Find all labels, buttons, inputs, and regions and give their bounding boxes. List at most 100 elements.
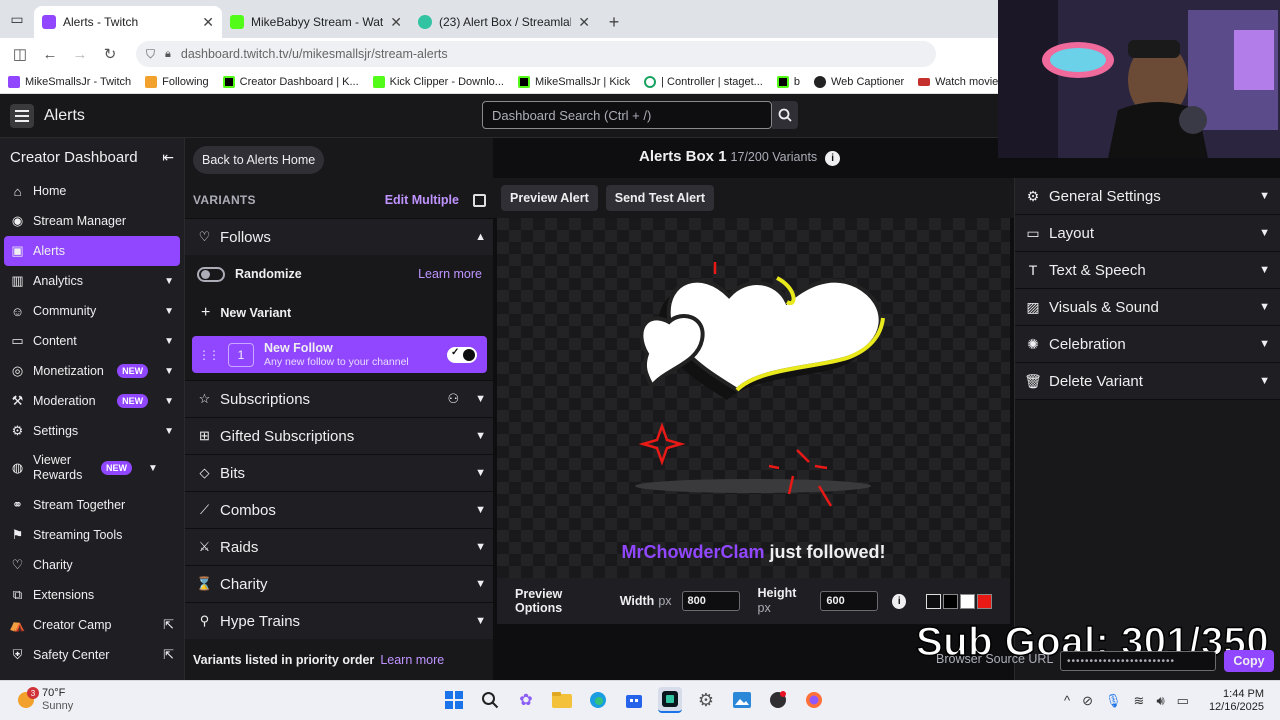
variant-enabled-toggle[interactable]: ✓ (447, 346, 477, 363)
category-subscriptions[interactable]: ☆ Subscriptions ⚇ ▼ (185, 380, 494, 417)
browser-tab-alerts[interactable]: Alerts - Twitch ✕ (34, 6, 222, 38)
reload-icon[interactable]: ↻ (98, 42, 122, 66)
bookmark-item[interactable]: Following (145, 75, 209, 88)
category-raids[interactable]: ⚔ Raids ▼ (185, 528, 494, 565)
swatch-red[interactable] (977, 593, 992, 609)
tab-actions-icon[interactable]: ▭ (0, 0, 34, 38)
info-icon[interactable]: i (892, 593, 906, 609)
browser-tab-kick[interactable]: MikeBabyy Stream - Watch Live ✕ (222, 6, 410, 38)
bookmark-item[interactable]: Creator Dashboard | K... (222, 75, 359, 88)
sidebar-item-community[interactable]: ☺ Community ▼ (0, 296, 184, 326)
category-gifted-subscriptions[interactable]: ⊞ Gifted Subscriptions ▼ (185, 417, 494, 454)
learn-more-link[interactable]: Learn more (418, 267, 482, 281)
browser-tab-streamlabs[interactable]: (23) Alert Box / Streamlabs ✕ (410, 6, 598, 38)
url-field[interactable]: ⛉ 🔒︎ dashboard.twitch.tv/u/mikesmallsjr/… (136, 41, 936, 67)
clock[interactable]: 1:44 PM 12/16/2025 (1209, 688, 1264, 714)
microphone-icon[interactable]: 🎙︎ (1105, 693, 1122, 709)
file-explorer-icon[interactable] (550, 687, 574, 713)
copy-button[interactable]: Copy (1224, 650, 1274, 672)
settings-delete-variant[interactable]: 🗑︎ Delete Variant ▼ (1015, 363, 1280, 400)
sidebar-item-viewer-rewards[interactable]: ◍ Viewer Rewards NEW ▼ (0, 446, 184, 490)
browser-source-url-field[interactable]: •••••••••••••••••••••••• (1060, 651, 1216, 671)
back-icon[interactable]: ← (38, 42, 62, 66)
weather-widget[interactable]: 3 70°F Sunny (18, 687, 73, 713)
sidebar-item-charity[interactable]: ♡ Charity (0, 550, 184, 580)
close-tab-icon[interactable]: ✕ (390, 14, 402, 31)
sidebar-item-monetization[interactable]: ◎ Monetization NEW ▼ (0, 356, 184, 386)
shield-icon[interactable]: ⛉ (146, 47, 155, 62)
sidebar-item-safety-center[interactable]: ⛨ Safety Center ⇱ (0, 640, 184, 670)
variant-order[interactable]: 1 (228, 342, 254, 367)
lock-icon[interactable]: 🔒︎ (165, 48, 171, 61)
photos-app-icon[interactable] (730, 687, 754, 713)
sidebar-item-alerts[interactable]: ▣ Alerts (4, 236, 180, 266)
wifi-icon[interactable]: ≋ (1134, 693, 1145, 709)
close-tab-icon[interactable]: ✕ (202, 14, 214, 31)
sidebar-item-settings[interactable]: ⚙ Settings ▼ (0, 416, 184, 446)
settings-general[interactable]: ⚙ General Settings ▼ (1015, 178, 1280, 215)
bookmark-item[interactable]: Web Captioner (813, 75, 904, 88)
swatch-transparent[interactable] (926, 593, 941, 609)
windows-start-icon[interactable] (442, 687, 466, 713)
new-variant-button[interactable]: + New Variant (185, 298, 494, 328)
network-off-icon[interactable]: ⊘ (1082, 693, 1093, 709)
bookmark-item[interactable]: Kick Clipper - Downlo... (372, 75, 504, 88)
menu-icon[interactable] (10, 103, 34, 128)
send-test-alert-button[interactable]: Send Test Alert (605, 185, 715, 211)
settings-app-icon[interactable]: ⚙ (694, 687, 718, 713)
randomize-toggle[interactable] (197, 266, 225, 282)
category-hype-trains[interactable]: ⚲ Hype Trains ▼ (185, 602, 494, 639)
settings-celebration[interactable]: ✺ Celebration ▼ (1015, 326, 1280, 363)
add-multiple-icon[interactable] (473, 193, 486, 207)
learn-more-link[interactable]: Learn more (380, 653, 444, 667)
store-icon[interactable] (622, 687, 646, 713)
settings-visuals-sound[interactable]: ▨ Visuals & Sound ▼ (1015, 289, 1280, 326)
search-button[interactable] (772, 101, 798, 129)
battery-icon[interactable]: ▭ (1177, 693, 1189, 709)
sidebar-item-stream-manager[interactable]: ◉ Stream Manager (0, 206, 184, 236)
edge-icon[interactable] (586, 687, 610, 713)
user-settings-icon[interactable]: ⚇ (447, 391, 459, 407)
sidebar-toggle-icon[interactable]: ◫ (8, 42, 32, 66)
chevron-up-icon[interactable]: ^ (1064, 693, 1070, 709)
settings-layout[interactable]: ▭ Layout ▼ (1015, 215, 1280, 252)
height-input[interactable]: 600 (820, 591, 879, 611)
sidebar-item-moderation[interactable]: ⚒ Moderation NEW ▼ (0, 386, 184, 416)
new-tab-button[interactable]: + (598, 6, 630, 38)
copilot-icon[interactable]: ✿ (514, 687, 538, 713)
streamlabs-app-icon[interactable] (658, 687, 682, 713)
swatch-white[interactable] (960, 593, 975, 609)
forward-icon[interactable]: → (68, 42, 92, 66)
search-icon[interactable] (478, 687, 502, 713)
bookmark-item[interactable]: | Controller | staget... (644, 75, 763, 88)
width-input[interactable]: 800 (681, 591, 740, 611)
category-charity[interactable]: ⌛ Charity ▼ (185, 565, 494, 602)
category-bits[interactable]: ◇ Bits ▼ (185, 454, 494, 491)
settings-text-speech[interactable]: T Text & Speech ▼ (1015, 252, 1280, 289)
bookmark-item[interactable]: b (776, 75, 800, 88)
close-tab-icon[interactable]: ✕ (578, 14, 590, 31)
sidebar-item-streaming-tools[interactable]: ⚑ Streaming Tools (0, 520, 184, 550)
sidebar-item-creator-camp[interactable]: ⛺ Creator Camp ⇱ (0, 610, 184, 640)
sidebar-item-extensions[interactable]: ⧉ Extensions (0, 580, 184, 610)
bookmark-item[interactable]: MikeSmallsJr | Kick (517, 75, 630, 88)
info-icon[interactable]: i (825, 151, 841, 166)
sidebar-item-analytics[interactable]: ▥ Analytics ▼ (0, 266, 184, 296)
sidebar-item-home[interactable]: ⌂ Home (0, 176, 184, 206)
edit-multiple-button[interactable]: Edit Multiple (385, 193, 459, 207)
sidebar-item-stream-together[interactable]: ⚭ Stream Together (0, 490, 184, 520)
bookmark-item[interactable]: MikeSmallsJr - Twitch (8, 75, 131, 88)
variant-card-new-follow[interactable]: ⋮⋮ 1 New Follow Any new follow to your c… (192, 336, 487, 373)
preview-alert-button[interactable]: Preview Alert (501, 185, 598, 211)
dashboard-search-input[interactable]: Dashboard Search (Ctrl + /) (482, 101, 772, 129)
swatch-black[interactable] (943, 593, 958, 609)
category-combos[interactable]: ⟋ Combos ▼ (185, 491, 494, 528)
sidebar-item-content[interactable]: ▭ Content ▼ (0, 326, 184, 356)
drag-handle-icon[interactable]: ⋮⋮ (198, 348, 220, 362)
collapse-nav-icon[interactable]: ⇤ (162, 149, 174, 166)
category-follows[interactable]: ♡ Follows ▲ (185, 218, 494, 255)
volume-icon[interactable]: 🔊︎ (1156, 693, 1164, 709)
obs-app-icon[interactable] (766, 687, 790, 713)
back-to-alerts-home-button[interactable]: Back to Alerts Home (193, 146, 325, 174)
firefox-icon[interactable] (802, 687, 826, 713)
